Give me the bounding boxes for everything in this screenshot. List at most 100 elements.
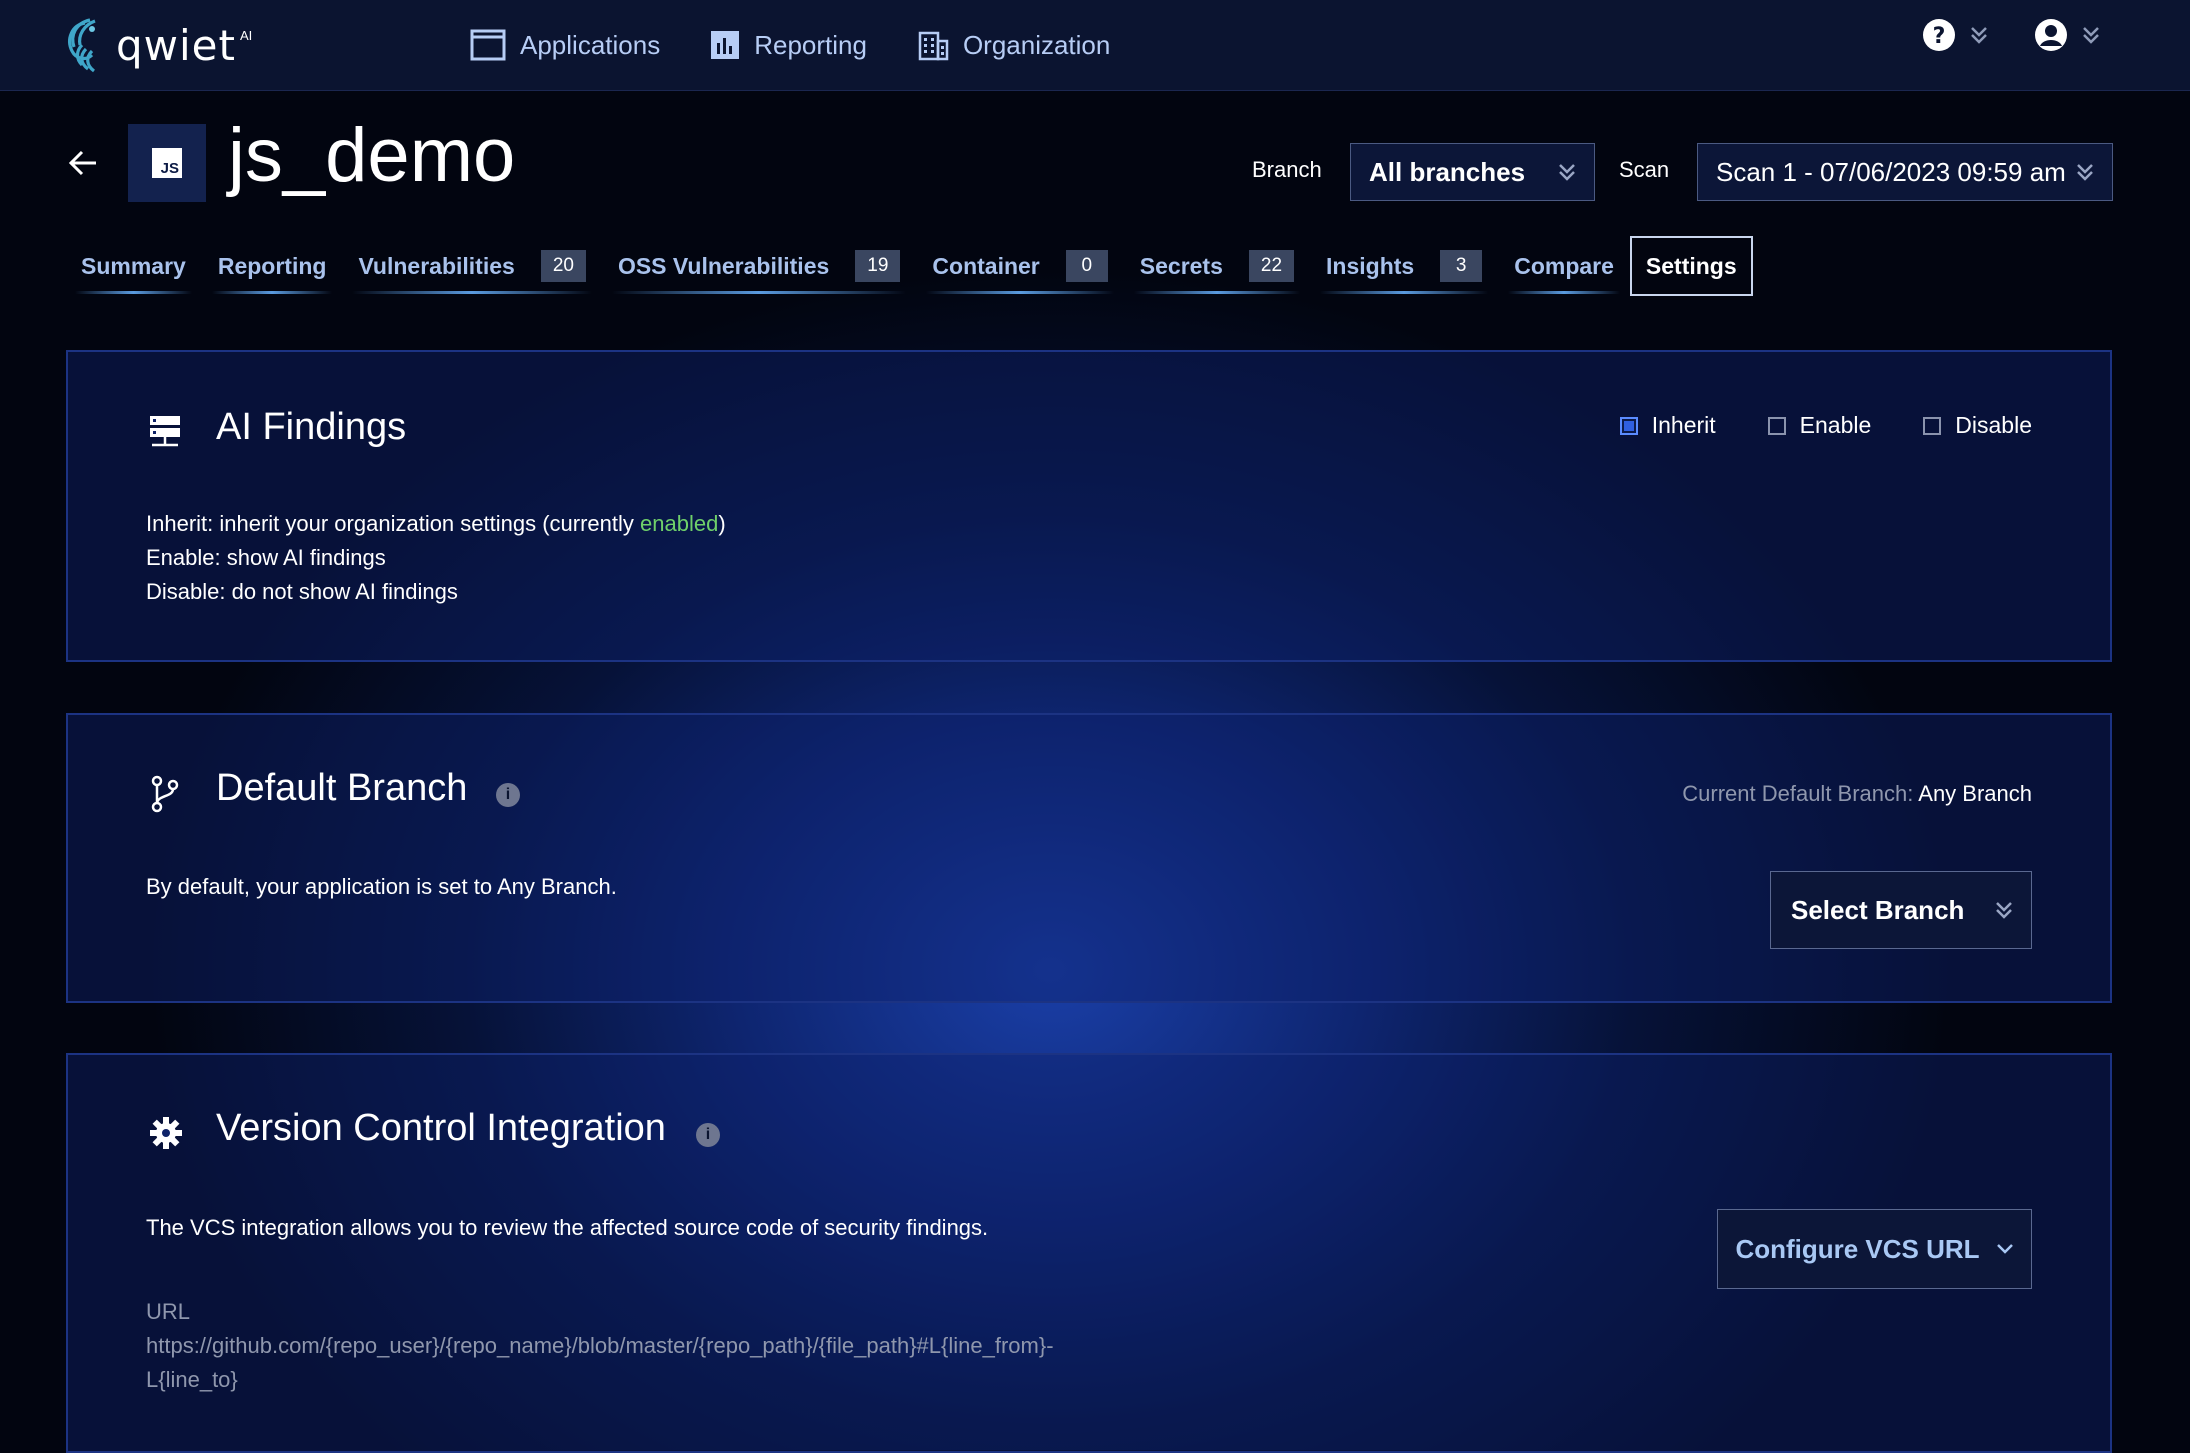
vcs-description: The VCS integration allows you to review… [146,1215,989,1240]
scan-dropdown[interactable]: Scan 1 - 07/06/2023 09:59 am [1697,143,2113,201]
nav-organization[interactable]: Organization [917,29,1110,61]
tab-label: Compare [1514,252,1614,279]
building-icon [918,31,949,61]
default-branch-title: Default Branch [216,767,468,809]
help-menu[interactable]: ? [1922,18,1988,52]
tab-reporting[interactable]: Reporting [202,236,343,296]
top-navigation: qwiet AI Applications Reporting Organiza… [0,0,2190,91]
top-right-controls: ? [1922,18,2100,52]
branch-dropdown[interactable]: All branches [1350,143,1595,201]
user-avatar-icon [2035,19,2067,51]
branch-label: Branch [1252,157,1322,182]
checkbox-checked[interactable] [1619,416,1638,435]
count-badge: 0 [1065,250,1108,282]
window-icon [470,29,506,61]
user-menu[interactable] [2034,18,2100,52]
bar-chart-icon [711,31,740,59]
option-inherit[interactable]: Inherit [1619,412,1716,439]
branch-dropdown-value: All branches [1369,156,1526,187]
current-default-branch-label: Current Default Branch: [1682,781,1914,806]
tab-summary[interactable]: Summary [65,236,202,296]
nav-reporting[interactable]: Reporting [710,30,867,61]
tab-label: Container [932,252,1040,279]
svg-text:?: ? [1933,24,1946,49]
nav-organization-label: Organization [962,29,1111,60]
vcs-url-label: URL [146,1299,191,1324]
tab-label: Insights [1326,252,1415,279]
select-branch-button[interactable]: Select Branch [1770,871,2032,949]
brand-logo[interactable]: qwiet AI [62,10,252,80]
tab-label: Vulnerabilities [358,252,515,279]
inherit-text-end: ) [718,511,726,536]
configure-vcs-url-button[interactable]: Configure VCS URL [1717,1209,2032,1289]
vcs-url-block: URL https://github.com/{repo_user}/{repo… [146,1295,1054,1397]
app-tabs: Summary Reporting Vulnerabilities 20 OSS… [65,236,1753,298]
inherit-text: Inherit: inherit your organization setti… [146,511,641,536]
count-badge: 3 [1440,250,1483,282]
option-disable[interactable]: Disable [1923,412,2032,439]
ai-findings-card: AI Findings Inherit Enable Disable Inher… [66,350,2112,662]
tab-label: Summary [81,252,186,279]
configure-vcs-url-label: Configure VCS URL [1735,1233,1980,1264]
app-language-icon: JS [128,124,206,202]
tab-oss-vulnerabilities[interactable]: OSS Vulnerabilities 19 [602,236,916,296]
chevron-double-down-icon [2083,27,2099,44]
option-enable[interactable]: Enable [1767,412,1872,439]
git-branch-icon [151,775,179,813]
tab-insights[interactable]: Insights 3 [1310,236,1498,296]
inherit-description: Inherit: inherit your organization setti… [146,507,726,541]
select-branch-label: Select Branch [1791,894,1965,925]
count-badge: 19 [855,250,901,282]
vcs-title: Version Control Integration [216,1107,666,1149]
tab-label: OSS Vulnerabilities [617,252,830,279]
chevron-double-down-icon [1996,902,2012,919]
tab-secrets[interactable]: Secrets 22 [1124,236,1310,296]
page-title: js_demo [228,113,516,198]
nav-reporting-label: Reporting [754,29,867,60]
checkbox[interactable] [1767,416,1786,435]
vcs-url-value: https://github.com/{repo_user}/{repo_nam… [146,1333,1054,1358]
status-enabled: enabled [640,511,719,536]
vcs-card: Version Control Integration i The VCS in… [66,1053,2112,1453]
ai-findings-title: AI Findings [216,406,407,448]
tab-settings[interactable]: Settings [1629,236,1753,296]
server-icon [150,416,180,447]
count-badge: 22 [1248,250,1295,282]
brand-sup: AI [240,28,253,43]
tab-container[interactable]: Container 0 [916,236,1123,296]
back-button[interactable] [68,148,100,183]
enable-description: Enable: show AI findings [146,545,386,570]
tab-label: Secrets [1139,252,1223,279]
nav-applications[interactable]: Applications [470,29,660,61]
arrow-left-icon [68,150,96,176]
option-label: Disable [1955,412,2032,438]
scan-dropdown-value: Scan 1 - 07/06/2023 09:59 am [1716,156,2066,187]
info-icon[interactable]: i [496,783,520,807]
cog-icon [150,1117,182,1149]
js-icon: JS [152,148,182,178]
count-badge: 20 [540,250,586,282]
option-label: Enable [1799,412,1872,438]
chevron-double-down-icon [1559,164,1575,181]
ai-findings-description: Inherit: inherit your organization setti… [146,507,726,609]
brand-name: qwiet [116,20,236,70]
chevron-double-down-icon [2077,164,2093,181]
vcs-url-value-cont: L{line_to} [146,1367,238,1392]
nav-applications-label: Applications [520,29,661,60]
disable-description: Disable: do not show AI findings [146,579,458,604]
current-default-branch: Current Default Branch: Any Branch [1682,781,2032,807]
checkbox[interactable] [1923,416,1942,435]
main-nav: Applications Reporting Organization [470,0,1110,90]
tab-vulnerabilities[interactable]: Vulnerabilities 20 [342,236,602,296]
info-icon[interactable]: i [696,1123,720,1147]
chevron-double-down-icon [1971,27,1987,44]
scan-label: Scan [1619,157,1670,182]
tab-compare[interactable]: Compare [1498,236,1630,296]
tab-label: Settings [1645,252,1737,279]
default-branch-description: By default, your application is set to A… [146,874,617,899]
tab-label: Reporting [217,252,327,279]
qwiet-logo-icon [68,18,96,73]
default-branch-card: Default Branch i Current Default Branch:… [66,713,2112,1003]
current-default-branch-value: Any Branch [1918,781,2032,806]
help-icon: ? [1923,19,1955,51]
